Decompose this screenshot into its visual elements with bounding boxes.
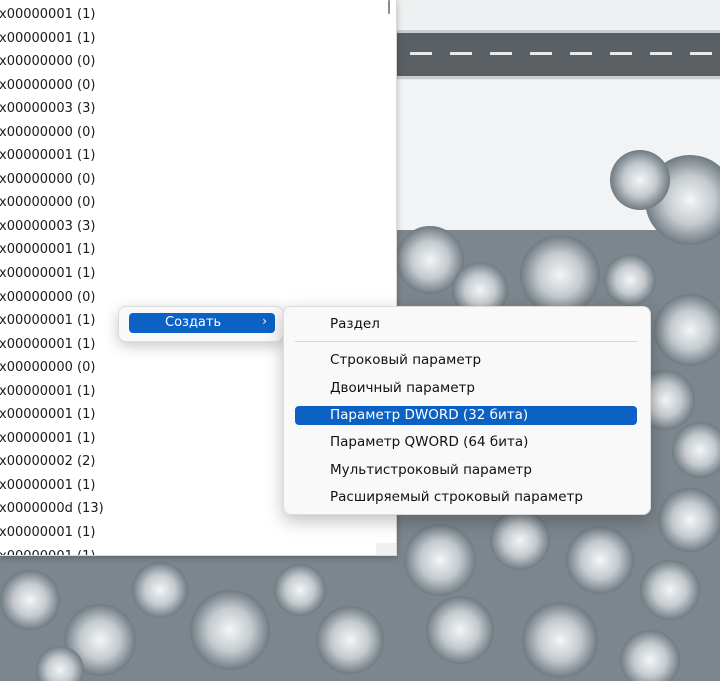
new-binary-value-item[interactable]: Двоичный параметр	[295, 379, 637, 398]
registry-value-row[interactable]: x00000000 (0)	[0, 168, 380, 192]
registry-value-row[interactable]: x00000000 (0)	[0, 50, 380, 74]
registry-value-row[interactable]: x00000001 (1)	[0, 27, 380, 51]
chevron-right-icon: ›	[262, 314, 267, 328]
new-expandable-string-value-label: Расширяемый строковый параметр	[330, 489, 583, 505]
create-submenu: Раздел Строковый параметр Двоичный парам…	[283, 306, 651, 515]
create-menu-label: Создать	[165, 315, 222, 330]
new-key-label: Раздел	[330, 316, 380, 332]
registry-value-row[interactable]: x00000001 (1)	[0, 262, 380, 286]
new-dword-value-label: Параметр DWORD (32 бита)	[330, 407, 529, 423]
registry-value-row[interactable]: x00000000 (0)	[0, 191, 380, 215]
new-qword-value-item[interactable]: Параметр QWORD (64 бита)	[295, 433, 637, 452]
new-expandable-string-value-item[interactable]: Расширяемый строковый параметр	[295, 488, 637, 507]
menu-separator	[295, 341, 637, 342]
registry-value-row[interactable]: x00000003 (3)	[0, 215, 380, 239]
new-qword-value-label: Параметр QWORD (64 бита)	[330, 434, 529, 450]
registry-value-row[interactable]: x00000000 (0)	[0, 121, 380, 145]
context-menu: Создать ›	[118, 306, 284, 342]
registry-value-row[interactable]: x00000001 (1)	[0, 144, 380, 168]
scrollbar-corner	[376, 543, 396, 555]
scrollbar-thumb[interactable]	[388, 0, 390, 14]
new-dword-value-item[interactable]: Параметр DWORD (32 бита)	[295, 406, 637, 425]
registry-value-row[interactable]: x00000000 (0)	[0, 74, 380, 98]
new-multistring-value-label: Мультистроковый параметр	[330, 462, 532, 478]
new-string-value-label: Строковый параметр	[330, 352, 482, 368]
registry-value-row[interactable]: x00000001 (1)	[0, 238, 380, 262]
new-multistring-value-item[interactable]: Мультистроковый параметр	[295, 461, 637, 480]
registry-value-row[interactable]: x00000001 (1)	[0, 521, 380, 545]
create-menu-item[interactable]: Создать ›	[129, 313, 275, 333]
registry-value-row[interactable]: x00000001 (1)	[0, 545, 380, 555]
registry-value-row[interactable]: x00000003 (3)	[0, 97, 380, 121]
new-binary-value-label: Двоичный параметр	[330, 380, 475, 396]
new-string-value-item[interactable]: Строковый параметр	[295, 351, 637, 370]
registry-value-row[interactable]: x00000001 (1)	[0, 3, 380, 27]
new-key-item[interactable]: Раздел	[295, 315, 637, 334]
